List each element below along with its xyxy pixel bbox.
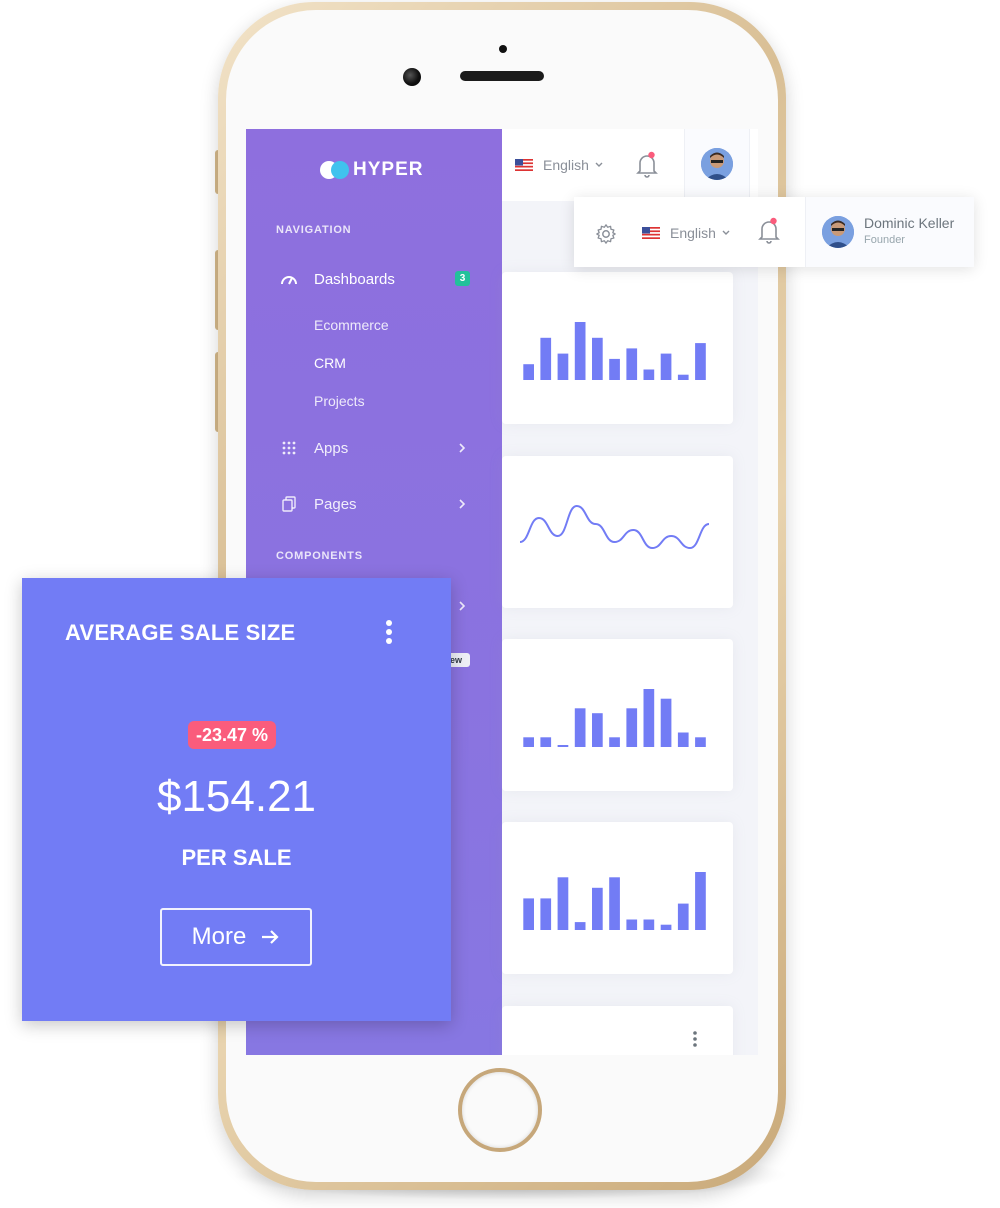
chart-bar: [643, 689, 655, 747]
chevron-down-icon: [595, 162, 603, 167]
sidebar-item-apps[interactable]: Apps: [280, 439, 348, 457]
chart-bar: [677, 903, 689, 930]
line-chart: [519, 504, 710, 550]
chart-bar: [557, 353, 569, 380]
phone-speaker: [460, 71, 544, 81]
chart-bar: [660, 353, 672, 380]
brand-logo[interactable]: HYPER: [320, 159, 423, 181]
more-button-label: More: [191, 923, 247, 950]
language-selector[interactable]: English: [642, 225, 731, 241]
chart-bar: [695, 872, 706, 930]
sidebar-item-pages[interactable]: Pages: [280, 495, 357, 513]
chart-card-5: [502, 1006, 733, 1055]
chart-bar: [574, 708, 586, 747]
chart-bar: [557, 745, 569, 747]
apps-grid-icon: [280, 439, 298, 457]
phone-sensor: [499, 45, 507, 53]
chart-bar: [609, 877, 620, 930]
chevron-down-icon: [722, 230, 730, 235]
avatar: [701, 148, 733, 180]
chart-bar: [695, 737, 706, 747]
chart-bar: [540, 337, 552, 380]
more-button[interactable]: More: [160, 908, 312, 966]
more-vertical-icon[interactable]: [384, 620, 394, 648]
chevron-right-icon: [459, 601, 466, 611]
widget-subtitle: PER SALE: [181, 845, 292, 870]
user-menu[interactable]: [684, 129, 750, 201]
chart-bar: [557, 877, 569, 930]
more-vertical-icon[interactable]: [692, 1030, 698, 1048]
chart-bar: [695, 343, 706, 380]
sidebar-item-label: Pages: [314, 495, 357, 513]
language-label: English: [670, 225, 716, 241]
chart-bar: [643, 919, 655, 930]
bar-chart-2: [523, 689, 706, 747]
sidebar-subitem-ecommerce[interactable]: Ecommerce: [314, 317, 389, 333]
gear-icon[interactable]: [595, 223, 617, 245]
user-menu[interactable]: Dominic Keller Founder: [805, 197, 974, 267]
chart-card-4: [502, 822, 733, 974]
chart-bar: [592, 713, 603, 747]
chart-bar: [660, 698, 672, 747]
language-label: English: [543, 157, 589, 173]
user-name: Dominic Keller: [864, 215, 955, 231]
copy-pages-icon: [280, 495, 298, 513]
bar-chart-3: [523, 872, 706, 930]
chart-card-2: [502, 456, 733, 608]
chart-bar: [626, 348, 638, 380]
sidebar-item-label: Dashboards: [314, 270, 395, 288]
chart-bar: [609, 358, 620, 380]
section-title-components: COMPONENTS: [276, 550, 363, 562]
chart-card-1: [502, 272, 733, 424]
chart-bar: [523, 737, 534, 747]
sidebar-item-label: Apps: [314, 439, 349, 457]
chart-line: [519, 504, 710, 550]
widget-title: AVERAGE SALE SIZE: [65, 620, 296, 645]
sidebar-item-dashboards[interactable]: Dashboards: [280, 270, 395, 288]
widget-value: $154.21: [156, 772, 317, 821]
chart-bar: [643, 369, 655, 380]
chart-bar: [540, 737, 552, 747]
section-title-navigation: NAVIGATION: [276, 224, 352, 236]
topbar: English: [502, 129, 758, 201]
brand-name: HYPER: [353, 159, 424, 180]
chart-bar: [540, 898, 552, 930]
chart-bar: [574, 922, 586, 930]
chart-bar: [523, 364, 534, 380]
chart-bar: [677, 374, 689, 380]
us-flag-icon: [515, 159, 533, 171]
chart-bar: [523, 898, 534, 930]
phone-camera: [403, 68, 421, 86]
floating-topbar: English Dominic Keller Founder: [574, 197, 974, 267]
dashboards-count-badge: 3: [455, 271, 470, 286]
chart-bar: [626, 708, 638, 747]
logo-icon: [320, 161, 350, 179]
chevron-right-icon: [459, 443, 466, 453]
change-badge: -23.47 %: [188, 721, 277, 749]
chart-bar: [626, 919, 638, 930]
bell-icon[interactable]: [757, 217, 781, 245]
bar-chart-1: [523, 322, 706, 380]
sidebar-subitem-projects[interactable]: Projects: [314, 393, 365, 409]
arrow-right-icon: [262, 930, 279, 944]
user-role: Founder: [864, 234, 905, 246]
chart-bar: [660, 924, 672, 930]
chart-bar: [574, 322, 586, 380]
chart-bar: [677, 732, 689, 747]
chart-card-3: [502, 639, 733, 791]
language-selector[interactable]: English: [515, 157, 604, 173]
speedometer-icon: [280, 270, 298, 288]
chart-bar: [609, 737, 620, 747]
average-sale-widget: AVERAGE SALE SIZE -23.47 % $154.21 PER S…: [22, 578, 451, 1021]
avatar: [822, 216, 854, 248]
chart-bar: [592, 337, 603, 380]
chevron-right-icon: [459, 499, 466, 509]
sidebar-subitem-crm[interactable]: CRM: [314, 355, 346, 371]
us-flag-icon: [642, 227, 660, 239]
chart-bar: [592, 887, 603, 930]
bell-icon[interactable]: [635, 151, 659, 179]
phone-home-button[interactable]: [458, 1068, 542, 1152]
